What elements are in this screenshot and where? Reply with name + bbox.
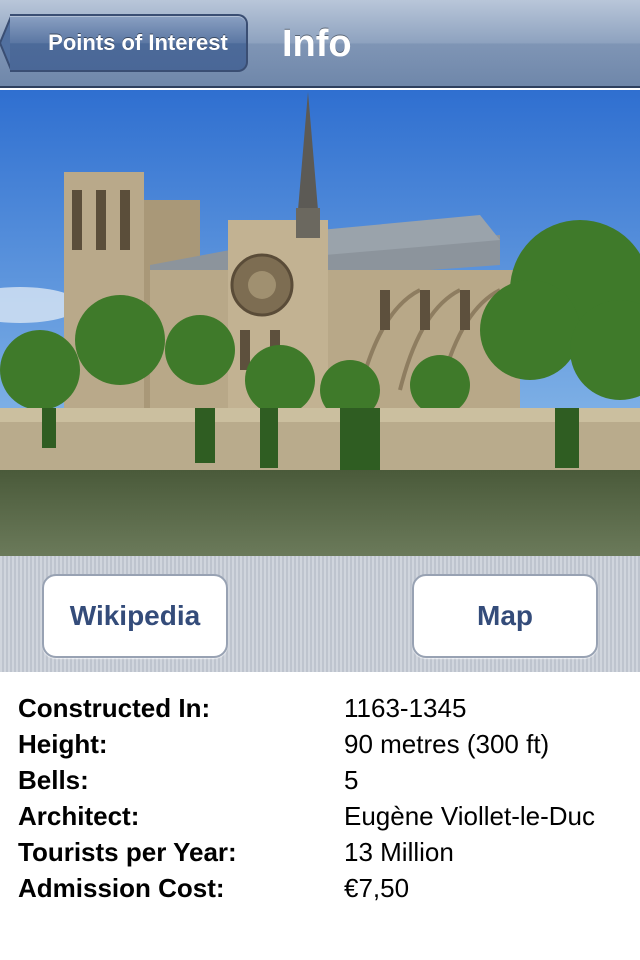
photo-notre-dame [0,90,640,556]
info-label: Constructed In: [18,693,211,723]
info-label: Bells: [18,765,89,795]
info-row-bells: Bells: 5 [0,762,640,798]
info-table: Constructed In: 1163-1345 Height: 90 met… [0,690,640,906]
map-button[interactable]: Map [412,574,598,658]
info-value: 13 Million [344,837,454,867]
info-row-architect: Architect: Eugène Viollet-le-Duc [0,798,640,834]
info-label: Height: [18,729,108,759]
info-row-admission: Admission Cost: €7,50 [0,870,640,906]
info-value: 90 metres (300 ft) [344,729,550,759]
wikipedia-button[interactable]: Wikipedia [42,574,228,658]
page-title: Info [282,23,352,65]
info-label: Admission Cost: [18,873,225,903]
info-row-height: Height: 90 metres (300 ft) [0,726,640,762]
info-value: 1163-1345 [344,693,467,723]
navigation-bar: Points of Interest Info [0,0,640,88]
back-button[interactable]: Points of Interest [10,14,248,72]
info-value: Eugène Viollet-le-Duc [344,801,595,831]
info-label: Architect: [18,801,140,831]
info-value: €7,50 [344,873,410,903]
info-row-tourists: Tourists per Year: 13 Million [0,834,640,870]
info-label: Tourists per Year: [18,837,237,867]
action-button-strip: Wikipedia Map [0,556,640,672]
info-row-constructed: Constructed In: 1163-1345 [0,690,640,726]
info-value: 5 [344,765,359,795]
